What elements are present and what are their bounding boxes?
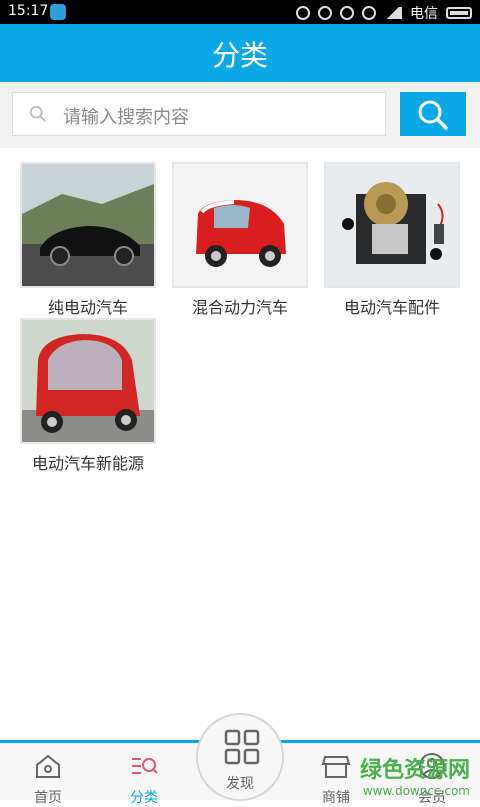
hotspot-icon <box>296 6 310 20</box>
category-icon <box>132 758 158 774</box>
nav-category[interactable]: 分类 <box>104 751 184 807</box>
bottom-nav: 首页 分类 发现 商铺 会员 绿色资源网 www.downcc.com <box>0 713 480 806</box>
shop-icon <box>321 756 351 778</box>
category-image <box>20 318 156 444</box>
category-item[interactable]: 混合动力汽车 <box>172 162 312 318</box>
category-item[interactable]: 电动汽车配件 <box>324 162 464 318</box>
watermark-url: www.downcc.com <box>362 784 470 798</box>
status-time: 15:17 <box>8 3 49 19</box>
nav-discover[interactable]: 发现 <box>196 713 284 801</box>
watermark: 绿色资源网 www.downcc.com <box>360 752 470 798</box>
search-placeholder: 请输入搜索内容 <box>63 107 189 128</box>
home-icon <box>36 754 60 778</box>
search-icon <box>418 100 449 131</box>
battery-icon <box>446 7 472 19</box>
wifi-icon <box>362 6 376 20</box>
category-image <box>324 162 460 288</box>
app-notification-icon <box>50 4 66 20</box>
status-icons: 电信 <box>296 3 472 23</box>
carrier-label: 电信 <box>410 6 438 22</box>
category-item[interactable]: 电动汽车新能源 <box>20 318 160 474</box>
category-label: 纯电动汽车 <box>47 298 128 317</box>
category-item[interactable]: 纯电动汽车 <box>20 162 160 318</box>
nav-label: 分类 <box>130 790 158 806</box>
category-label: 电动汽车新能源 <box>31 454 144 473</box>
page-title: 分类 <box>211 39 268 72</box>
search-icon <box>29 105 46 122</box>
search-input[interactable]: 请输入搜索内容 <box>12 92 386 136</box>
category-image <box>172 162 308 288</box>
category-label: 电动汽车配件 <box>343 298 440 317</box>
search-button[interactable] <box>400 92 466 136</box>
watermark-title: 绿色资源网 <box>359 758 470 783</box>
vibrate-icon <box>318 6 332 20</box>
category-image <box>20 162 156 288</box>
signal-icon <box>384 7 402 19</box>
status-bar: 15:17 电信 <box>0 0 480 24</box>
search-bar: 请输入搜索内容 <box>0 82 480 148</box>
nav-label: 发现 <box>226 776 254 792</box>
nav-home[interactable]: 首页 <box>8 751 88 807</box>
app-header: 分类 <box>0 24 480 82</box>
grid-icon <box>224 729 260 765</box>
nav-label: 首页 <box>34 790 62 806</box>
category-label: 混合动力汽车 <box>191 298 288 317</box>
alarm-icon <box>340 6 354 20</box>
